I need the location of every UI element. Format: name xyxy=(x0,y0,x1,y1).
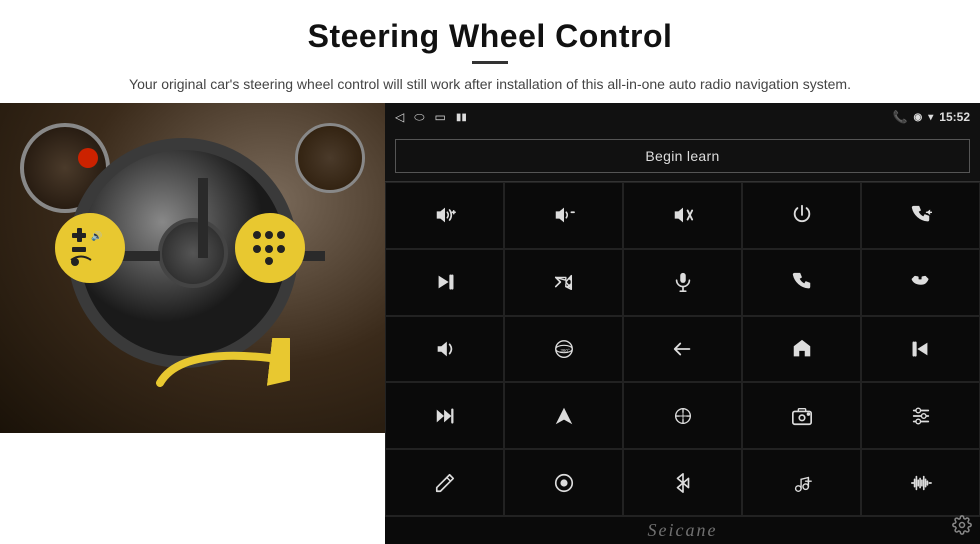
back-icon xyxy=(672,338,694,360)
phone-prev-icon xyxy=(910,204,932,226)
nav-icon xyxy=(553,405,575,427)
phone-status-icon: 📞 xyxy=(893,110,908,124)
ctrl-back[interactable] xyxy=(623,316,742,383)
sound-wave-icon xyxy=(910,472,932,494)
shuffle-icon xyxy=(553,271,575,293)
page-title: Steering Wheel Control xyxy=(40,18,940,55)
wifi-status-icon: ▾ xyxy=(928,112,933,123)
header-section: Steering Wheel Control Your original car… xyxy=(0,0,980,103)
begin-learn-button[interactable]: Begin learn xyxy=(395,139,970,173)
ctrl-nav[interactable] xyxy=(504,382,623,449)
circle-dot-icon xyxy=(553,472,575,494)
controls-grid: 360° xyxy=(385,181,980,516)
arrow-icon xyxy=(150,338,290,398)
left-button-cluster: 🔊 xyxy=(55,213,125,283)
ctrl-fast-fwd[interactable] xyxy=(385,382,504,449)
status-bar: ◁ ⬭ ▭ ▮▮ 📞 ◉ ▾ 15:52 xyxy=(385,103,980,131)
ctrl-hang-up[interactable] xyxy=(861,249,980,316)
right-cluster-icon xyxy=(247,225,293,271)
nav-icons: ◁ ⬭ ▭ ▮▮ xyxy=(395,110,467,125)
steering-image: 🔊 xyxy=(0,103,385,433)
ctrl-prev-track[interactable] xyxy=(861,316,980,383)
page-wrapper: Steering Wheel Control Your original car… xyxy=(0,0,980,544)
right-button-cluster xyxy=(235,213,305,283)
bluetooth-icon xyxy=(672,472,694,494)
ctrl-360[interactable]: 360° xyxy=(504,316,623,383)
ctrl-settings-eq[interactable] xyxy=(861,382,980,449)
seicane-bar: Seicane xyxy=(385,516,980,544)
eq-icon xyxy=(672,405,694,427)
ctrl-music-settings[interactable] xyxy=(742,449,861,516)
ctrl-mute[interactable] xyxy=(623,182,742,249)
ctrl-horn[interactable] xyxy=(385,316,504,383)
360-icon: 360° xyxy=(553,338,575,360)
power-icon xyxy=(791,204,813,226)
ctrl-circle-dot[interactable] xyxy=(504,449,623,516)
home-icon xyxy=(791,338,813,360)
horn-icon xyxy=(434,338,456,360)
signal-icon: ▮▮ xyxy=(456,112,467,123)
back-nav-icon[interactable]: ◁ xyxy=(395,110,404,124)
ctrl-eq[interactable] xyxy=(623,382,742,449)
ctrl-home[interactable] xyxy=(742,316,861,383)
radio-display: ◁ ⬭ ▭ ▮▮ 📞 ◉ ▾ 15:52 Begin learn xyxy=(385,103,980,544)
status-right: 📞 ◉ ▾ 15:52 xyxy=(893,110,970,124)
gauge-red-indicator xyxy=(78,148,98,168)
hang-up-icon xyxy=(910,271,932,293)
steering-wheel-hub xyxy=(158,218,228,288)
ctrl-phone-answer[interactable] xyxy=(742,249,861,316)
prev-track-icon xyxy=(910,338,932,360)
ctrl-vol-up[interactable] xyxy=(385,182,504,249)
vol-down-icon xyxy=(553,204,575,226)
title-divider xyxy=(472,61,508,64)
fast-fwd-icon xyxy=(434,405,456,427)
camera-icon xyxy=(791,405,813,427)
home-nav-icon[interactable]: ⬭ xyxy=(414,110,424,125)
left-cluster-icon: 🔊 xyxy=(67,225,113,271)
phone-answer-icon xyxy=(791,271,813,293)
status-time: 15:52 xyxy=(939,110,970,124)
svg-text:360°: 360° xyxy=(560,348,570,353)
ctrl-bluetooth[interactable] xyxy=(623,449,742,516)
pen-icon xyxy=(434,472,456,494)
seicane-brand: Seicane xyxy=(648,520,718,541)
settings-eq-icon xyxy=(910,405,932,427)
settings-gear-icon[interactable] xyxy=(952,515,972,540)
mic-icon xyxy=(672,271,694,293)
music-settings-icon xyxy=(791,472,813,494)
content-area: 🔊 xyxy=(0,103,980,544)
location-status-icon: ◉ xyxy=(914,112,923,123)
ctrl-phone-prev[interactable] xyxy=(861,182,980,249)
ctrl-power[interactable] xyxy=(742,182,861,249)
spoke-top xyxy=(198,178,208,258)
mute-icon xyxy=(672,204,694,226)
gauge-right xyxy=(295,123,365,193)
begin-learn-row: Begin learn xyxy=(385,131,980,181)
ctrl-shuffle[interactable] xyxy=(504,249,623,316)
svg-text:🔊: 🔊 xyxy=(91,230,102,242)
ctrl-next[interactable] xyxy=(385,249,504,316)
recents-nav-icon[interactable]: ▭ xyxy=(434,110,445,124)
ctrl-pen[interactable] xyxy=(385,449,504,516)
next-track-icon xyxy=(434,271,456,293)
vol-up-icon xyxy=(434,204,456,226)
steering-bg: 🔊 xyxy=(0,103,385,433)
ctrl-camera[interactable] xyxy=(742,382,861,449)
arrow-container xyxy=(150,338,290,403)
ctrl-mic[interactable] xyxy=(623,249,742,316)
ctrl-vol-down[interactable] xyxy=(504,182,623,249)
subtitle: Your original car's steering wheel contr… xyxy=(100,74,880,95)
ctrl-sound-wave[interactable] xyxy=(861,449,980,516)
